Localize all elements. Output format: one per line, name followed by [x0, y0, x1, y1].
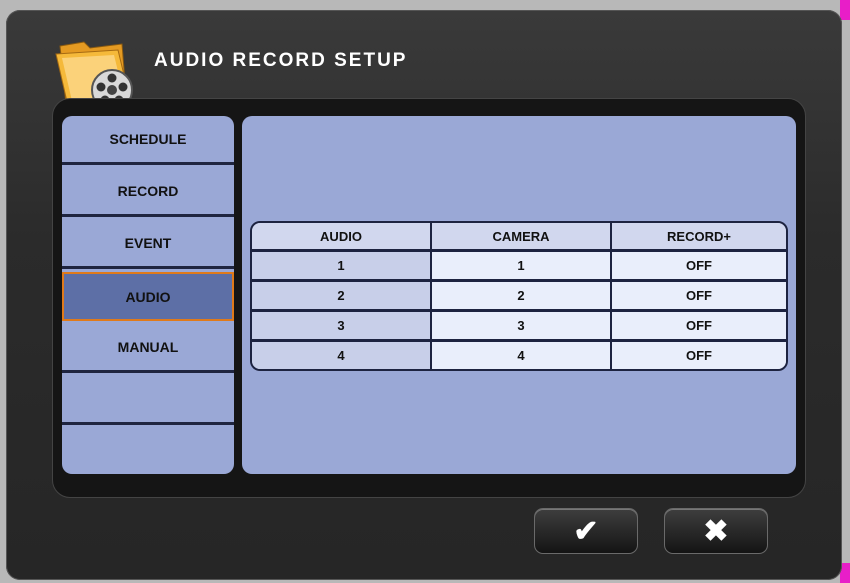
audio-settings-content: AUDIO CAMERA RECORD+ 1 1 OFF 2 2 OFF 3 3… [242, 116, 796, 474]
table-row: 2 2 OFF [252, 282, 786, 312]
table-row: 4 4 OFF [252, 342, 786, 369]
sidebar-item-empty [62, 428, 234, 474]
sidebar-item-schedule[interactable]: SCHEDULE [62, 116, 234, 165]
record-toggle-cell[interactable]: OFF [612, 312, 786, 342]
audio-channel-cell: 1 [252, 252, 432, 282]
dialog-title: AUDIO RECORD SETUP [154, 50, 408, 71]
camera-select-cell[interactable]: 1 [432, 252, 612, 282]
audio-record-setup-dialog: AUDIO RECORD SETUP SCHEDULE RECORD EVENT… [6, 10, 842, 580]
sidebar-item-record[interactable]: RECORD [62, 168, 234, 217]
column-header-record: RECORD+ [612, 223, 786, 252]
audio-channel-cell: 3 [252, 312, 432, 342]
audio-channel-cell: 2 [252, 282, 432, 312]
camera-select-cell[interactable]: 2 [432, 282, 612, 312]
column-header-camera: CAMERA [432, 223, 612, 252]
record-toggle-cell[interactable]: OFF [612, 342, 786, 369]
column-header-audio: AUDIO [252, 223, 432, 252]
confirm-button[interactable]: ✔ [534, 508, 638, 554]
sidebar-item-empty [62, 376, 234, 425]
record-toggle-cell[interactable]: OFF [612, 252, 786, 282]
sidebar-menu: SCHEDULE RECORD EVENT AUDIO MANUAL [62, 116, 234, 474]
cancel-button[interactable]: ✖ [664, 508, 768, 554]
table-header-row: AUDIO CAMERA RECORD+ [252, 223, 786, 252]
audio-channel-cell: 4 [252, 342, 432, 369]
table-row: 3 3 OFF [252, 312, 786, 342]
checkmark-icon: ✔ [573, 514, 599, 548]
camera-select-cell[interactable]: 4 [432, 342, 612, 369]
sidebar-item-audio[interactable]: AUDIO [62, 272, 234, 321]
close-icon: ✖ [703, 514, 729, 548]
audio-table: AUDIO CAMERA RECORD+ 1 1 OFF 2 2 OFF 3 3… [250, 221, 788, 371]
sidebar-item-manual[interactable]: MANUAL [62, 324, 234, 373]
sidebar-item-event[interactable]: EVENT [62, 220, 234, 269]
camera-select-cell[interactable]: 3 [432, 312, 612, 342]
table-row: 1 1 OFF [252, 252, 786, 282]
record-toggle-cell[interactable]: OFF [612, 282, 786, 312]
